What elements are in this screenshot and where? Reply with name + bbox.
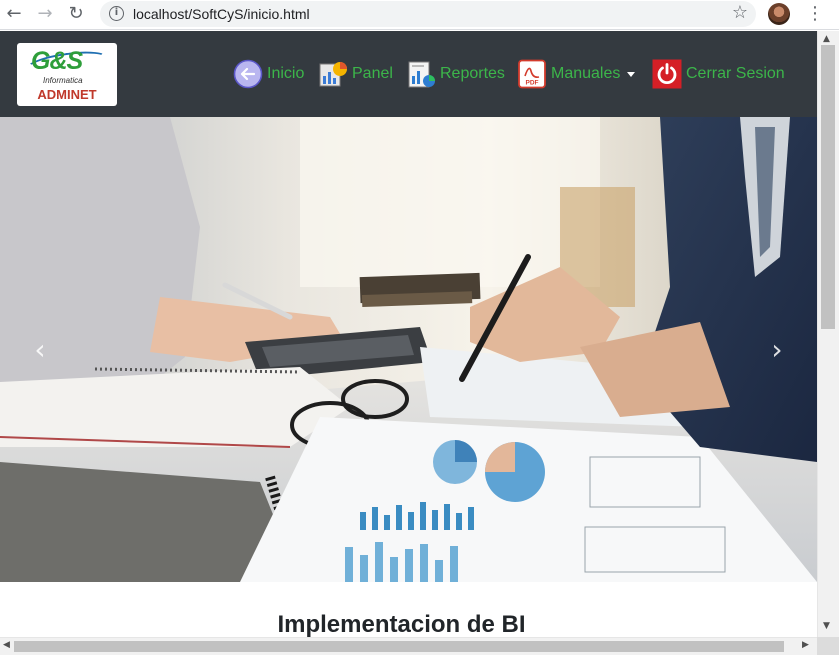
- carousel-prev-button[interactable]: ‹: [0, 117, 80, 582]
- nav-item-manuales[interactable]: PDF Manuales: [517, 58, 636, 90]
- navbar: G&S Informatica ADMINET Inicio Panel Rep…: [0, 31, 817, 117]
- vertical-scroll-thumb[interactable]: [821, 45, 835, 329]
- url-text[interactable]: localhost/SoftCyS/inicio.html: [133, 6, 310, 22]
- nav-label-manuales: Manuales: [551, 65, 621, 82]
- pdf-icon: PDF: [518, 59, 546, 89]
- browser-toolbar: ← → ↻ i localhost/SoftCyS/inicio.html ☆ …: [0, 0, 839, 30]
- nav-label-inicio: Inicio: [267, 65, 305, 82]
- vertical-scrollbar[interactable]: ▲ ▼: [817, 31, 839, 637]
- nav-item-cerrar-sesion[interactable]: Cerrar Sesion: [652, 58, 785, 90]
- menu-icon[interactable]: ⋮: [806, 2, 824, 26]
- profile-icon[interactable]: [768, 3, 790, 25]
- nav-label-reportes: Reportes: [440, 65, 505, 82]
- nav-label-cerrar-sesion: Cerrar Sesion: [686, 65, 785, 82]
- svg-text:PDF: PDF: [526, 80, 539, 87]
- scrollbar-corner: [817, 637, 839, 655]
- back-arrow-icon: [233, 59, 263, 89]
- logo-letters: G&S: [31, 47, 83, 75]
- page-viewport: G&S Informatica ADMINET Inicio Panel Rep…: [0, 31, 817, 637]
- info-icon[interactable]: i: [109, 6, 124, 21]
- carousel: ‹ ›: [0, 117, 817, 582]
- reports-icon: [408, 61, 435, 88]
- brand-logo[interactable]: G&S Informatica ADMINET: [17, 43, 117, 106]
- nav-item-inicio[interactable]: Inicio: [233, 58, 304, 90]
- star-icon[interactable]: ☆: [732, 2, 748, 23]
- scroll-up-icon[interactable]: ▲: [823, 34, 830, 44]
- nav-item-panel[interactable]: Panel: [318, 58, 393, 90]
- scroll-left-icon[interactable]: ◀: [3, 640, 10, 650]
- section-title: Implementacion de BI: [277, 611, 526, 637]
- logo-subtitle: Informatica: [43, 76, 83, 85]
- power-icon: [652, 59, 682, 89]
- logo-name: ADMINET: [37, 87, 97, 102]
- forward-icon[interactable]: →: [33, 2, 57, 26]
- address-bar[interactable]: i localhost/SoftCyS/inicio.html ☆: [100, 1, 756, 27]
- back-icon[interactable]: ←: [2, 2, 26, 26]
- nav-label-panel: Panel: [352, 65, 393, 82]
- chevron-down-icon[interactable]: [627, 71, 636, 77]
- scroll-right-icon[interactable]: ▶: [802, 640, 809, 650]
- dashboard-icon: [319, 62, 347, 87]
- business-meeting-photo: [0, 117, 817, 582]
- horizontal-scrollbar[interactable]: ◀ ▶: [0, 637, 817, 655]
- scroll-down-icon[interactable]: ▼: [823, 621, 830, 631]
- chevron-left-icon: ‹: [34, 333, 46, 366]
- carousel-next-button[interactable]: ›: [737, 117, 817, 582]
- chevron-right-icon: ›: [771, 333, 783, 366]
- horizontal-scroll-thumb[interactable]: [14, 641, 784, 652]
- nav-item-reportes[interactable]: Reportes: [406, 58, 505, 90]
- reload-icon[interactable]: ↻: [64, 2, 88, 26]
